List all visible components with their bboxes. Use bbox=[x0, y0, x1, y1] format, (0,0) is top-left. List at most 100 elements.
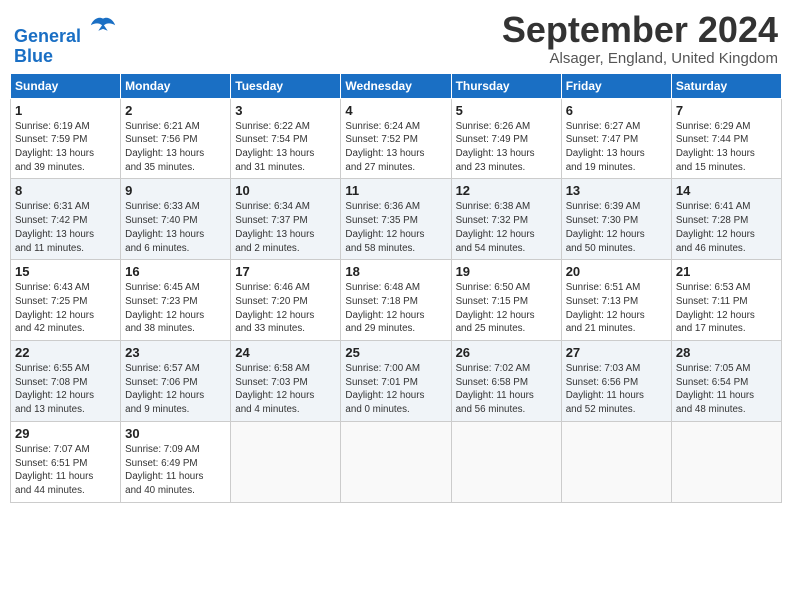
day-number: 20 bbox=[566, 264, 667, 279]
calendar-cell: 3 Sunrise: 6:22 AMSunset: 7:54 PMDaylight… bbox=[231, 98, 341, 179]
calendar-cell bbox=[451, 421, 561, 502]
logo-blue: Blue bbox=[14, 47, 117, 67]
day-number: 10 bbox=[235, 183, 336, 198]
calendar-cell: 26Sunrise: 7:02 AMSunset: 6:58 PMDayligh… bbox=[451, 341, 561, 422]
calendar-cell: 29 Sunrise: 7:07 AMSunset: 6:51 PMDayligh… bbox=[11, 421, 121, 502]
calendar-cell: 22Sunrise: 6:55 AMSunset: 7:08 PMDayligh… bbox=[11, 341, 121, 422]
calendar-cell bbox=[561, 421, 671, 502]
weekday-header-saturday: Saturday bbox=[671, 73, 781, 98]
calendar-cell: 18 Sunrise: 6:48 AMSunset: 7:18 PMDayligh… bbox=[341, 260, 451, 341]
day-info: Sunrise: 7:07 AMSunset: 6:51 PMDaylight:… bbox=[15, 443, 116, 498]
calendar-cell: 7 Sunrise: 6:29 AMSunset: 7:44 PMDaylight… bbox=[671, 98, 781, 179]
calendar-cell: 13 Sunrise: 6:39 AMSunset: 7:30 PMDayligh… bbox=[561, 179, 671, 260]
day-number: 27 bbox=[566, 345, 667, 360]
calendar-week-4: 22Sunrise: 6:55 AMSunset: 7:08 PMDayligh… bbox=[11, 341, 782, 422]
day-number: 6 bbox=[566, 103, 667, 118]
day-number: 24 bbox=[235, 345, 336, 360]
day-info: Sunrise: 6:24 AMSunset: 7:52 PMDaylight:… bbox=[345, 120, 446, 175]
day-number: 2 bbox=[125, 103, 226, 118]
calendar-cell: 1Sunrise: 6:19 AMSunset: 7:59 PMDaylight… bbox=[11, 98, 121, 179]
day-info: Sunrise: 6:46 AMSunset: 7:20 PMDaylight:… bbox=[235, 281, 336, 336]
day-info: Sunrise: 6:33 AMSunset: 7:40 PMDaylight:… bbox=[125, 200, 226, 255]
logo-text: General bbox=[14, 14, 117, 47]
day-number: 7 bbox=[676, 103, 777, 118]
day-info: Sunrise: 6:22 AMSunset: 7:54 PMDaylight:… bbox=[235, 120, 336, 175]
calendar-cell: 2 Sunrise: 6:21 AMSunset: 7:56 PMDaylight… bbox=[121, 98, 231, 179]
logo-bird-icon bbox=[89, 14, 117, 42]
day-number: 12 bbox=[456, 183, 557, 198]
calendar-week-1: 1Sunrise: 6:19 AMSunset: 7:59 PMDaylight… bbox=[11, 98, 782, 179]
day-number: 11 bbox=[345, 183, 446, 198]
day-info: Sunrise: 6:26 AMSunset: 7:49 PMDaylight:… bbox=[456, 120, 557, 175]
day-number: 13 bbox=[566, 183, 667, 198]
day-number: 23 bbox=[125, 345, 226, 360]
calendar-cell: 20 Sunrise: 6:51 AMSunset: 7:13 PMDayligh… bbox=[561, 260, 671, 341]
calendar-cell bbox=[671, 421, 781, 502]
calendar-cell: 19Sunrise: 6:50 AMSunset: 7:15 PMDayligh… bbox=[451, 260, 561, 341]
logo: General Blue bbox=[14, 14, 117, 67]
weekday-header-wednesday: Wednesday bbox=[341, 73, 451, 98]
day-number: 3 bbox=[235, 103, 336, 118]
day-info: Sunrise: 6:38 AMSunset: 7:32 PMDaylight:… bbox=[456, 200, 557, 255]
day-info: Sunrise: 7:09 AMSunset: 6:49 PMDaylight:… bbox=[125, 443, 226, 498]
day-info: Sunrise: 6:31 AMSunset: 7:42 PMDaylight:… bbox=[15, 200, 116, 255]
day-number: 14 bbox=[676, 183, 777, 198]
day-number: 21 bbox=[676, 264, 777, 279]
day-info: Sunrise: 6:50 AMSunset: 7:15 PMDaylight:… bbox=[456, 281, 557, 336]
calendar-cell: 11 Sunrise: 6:36 AMSunset: 7:35 PMDayligh… bbox=[341, 179, 451, 260]
weekday-header-thursday: Thursday bbox=[451, 73, 561, 98]
day-info: Sunrise: 7:03 AMSunset: 6:56 PMDaylight:… bbox=[566, 362, 667, 417]
day-info: Sunrise: 7:00 AMSunset: 7:01 PMDaylight:… bbox=[345, 362, 446, 417]
calendar-cell: 12 Sunrise: 6:38 AMSunset: 7:32 PMDayligh… bbox=[451, 179, 561, 260]
day-info: Sunrise: 6:34 AMSunset: 7:37 PMDaylight:… bbox=[235, 200, 336, 255]
weekday-header-tuesday: Tuesday bbox=[231, 73, 341, 98]
calendar-cell: 8 Sunrise: 6:31 AMSunset: 7:42 PMDaylight… bbox=[11, 179, 121, 260]
day-info: Sunrise: 7:05 AMSunset: 6:54 PMDaylight:… bbox=[676, 362, 777, 417]
calendar-cell: 28 Sunrise: 7:05 AMSunset: 6:54 PMDayligh… bbox=[671, 341, 781, 422]
day-info: Sunrise: 6:51 AMSunset: 7:13 PMDaylight:… bbox=[566, 281, 667, 336]
location-text: Alsager, England, United Kingdom bbox=[502, 50, 778, 67]
calendar-cell: 14 Sunrise: 6:41 AMSunset: 7:28 PMDayligh… bbox=[671, 179, 781, 260]
day-number: 28 bbox=[676, 345, 777, 360]
day-number: 29 bbox=[15, 426, 116, 441]
logo-general: General bbox=[14, 26, 81, 46]
day-info: Sunrise: 6:57 AMSunset: 7:06 PMDaylight:… bbox=[125, 362, 226, 417]
day-info: Sunrise: 6:36 AMSunset: 7:35 PMDaylight:… bbox=[345, 200, 446, 255]
day-info: Sunrise: 6:27 AMSunset: 7:47 PMDaylight:… bbox=[566, 120, 667, 175]
calendar-cell: 25 Sunrise: 7:00 AMSunset: 7:01 PMDayligh… bbox=[341, 341, 451, 422]
calendar-cell: 27 Sunrise: 7:03 AMSunset: 6:56 PMDayligh… bbox=[561, 341, 671, 422]
day-info: Sunrise: 6:39 AMSunset: 7:30 PMDaylight:… bbox=[566, 200, 667, 255]
calendar-week-3: 15Sunrise: 6:43 AMSunset: 7:25 PMDayligh… bbox=[11, 260, 782, 341]
page-header: General Blue September 2024 Alsager, Eng… bbox=[10, 10, 782, 67]
month-title: September 2024 bbox=[502, 10, 778, 50]
calendar-cell: 21Sunrise: 6:53 AMSunset: 7:11 PMDayligh… bbox=[671, 260, 781, 341]
calendar-cell: 15Sunrise: 6:43 AMSunset: 7:25 PMDayligh… bbox=[11, 260, 121, 341]
day-info: Sunrise: 6:48 AMSunset: 7:18 PMDaylight:… bbox=[345, 281, 446, 336]
calendar-cell bbox=[231, 421, 341, 502]
calendar-cell: 24 Sunrise: 6:58 AMSunset: 7:03 PMDayligh… bbox=[231, 341, 341, 422]
day-number: 17 bbox=[235, 264, 336, 279]
title-section: September 2024 Alsager, England, United … bbox=[502, 10, 778, 67]
day-info: Sunrise: 6:21 AMSunset: 7:56 PMDaylight:… bbox=[125, 120, 226, 175]
day-number: 4 bbox=[345, 103, 446, 118]
day-number: 1 bbox=[15, 103, 116, 118]
calendar-cell: 10 Sunrise: 6:34 AMSunset: 7:37 PMDayligh… bbox=[231, 179, 341, 260]
calendar-header-row: SundayMondayTuesdayWednesdayThursdayFrid… bbox=[11, 73, 782, 98]
day-info: Sunrise: 6:43 AMSunset: 7:25 PMDaylight:… bbox=[15, 281, 116, 336]
weekday-header-monday: Monday bbox=[121, 73, 231, 98]
day-number: 16 bbox=[125, 264, 226, 279]
day-info: Sunrise: 6:29 AMSunset: 7:44 PMDaylight:… bbox=[676, 120, 777, 175]
day-info: Sunrise: 6:58 AMSunset: 7:03 PMDaylight:… bbox=[235, 362, 336, 417]
day-info: Sunrise: 6:41 AMSunset: 7:28 PMDaylight:… bbox=[676, 200, 777, 255]
day-number: 8 bbox=[15, 183, 116, 198]
day-number: 25 bbox=[345, 345, 446, 360]
calendar-cell: 9 Sunrise: 6:33 AMSunset: 7:40 PMDaylight… bbox=[121, 179, 231, 260]
calendar-cell: 5Sunrise: 6:26 AMSunset: 7:49 PMDaylight… bbox=[451, 98, 561, 179]
calendar-cell: 16Sunrise: 6:45 AMSunset: 7:23 PMDayligh… bbox=[121, 260, 231, 341]
calendar-body: 1Sunrise: 6:19 AMSunset: 7:59 PMDaylight… bbox=[11, 98, 782, 502]
calendar-table: SundayMondayTuesdayWednesdayThursdayFrid… bbox=[10, 73, 782, 503]
day-number: 9 bbox=[125, 183, 226, 198]
day-number: 18 bbox=[345, 264, 446, 279]
day-number: 22 bbox=[15, 345, 116, 360]
weekday-header-sunday: Sunday bbox=[11, 73, 121, 98]
